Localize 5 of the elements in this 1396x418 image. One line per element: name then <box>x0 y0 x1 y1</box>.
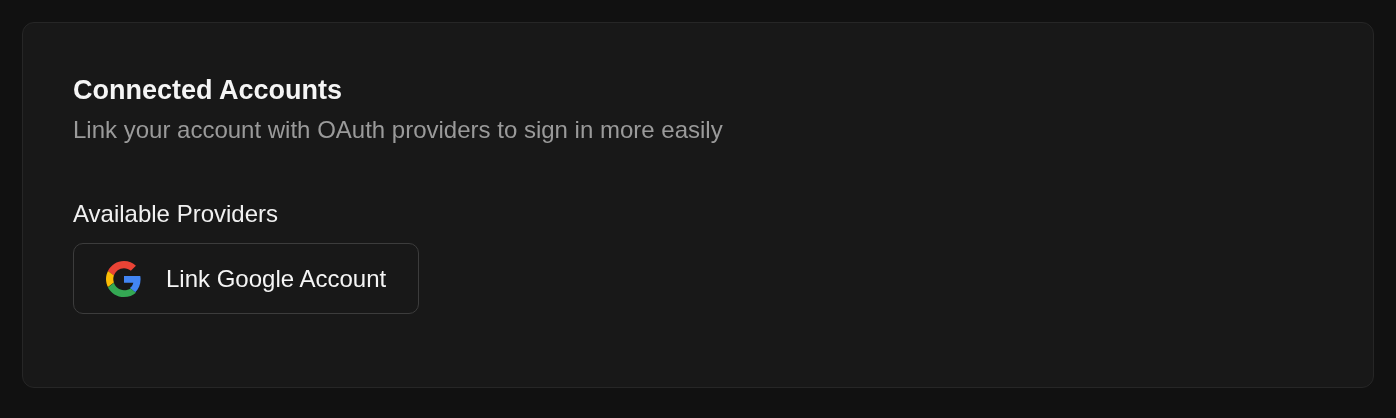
card-description: Link your account with OAuth providers to sign in more easily <box>73 115 724 145</box>
link-account-button[interactable]: Link Google Account <box>73 243 420 314</box>
google-g-icon <box>106 260 142 297</box>
section-title: Available Providers <box>73 199 279 229</box>
card-title: Connected Accounts <box>73 74 344 107</box>
